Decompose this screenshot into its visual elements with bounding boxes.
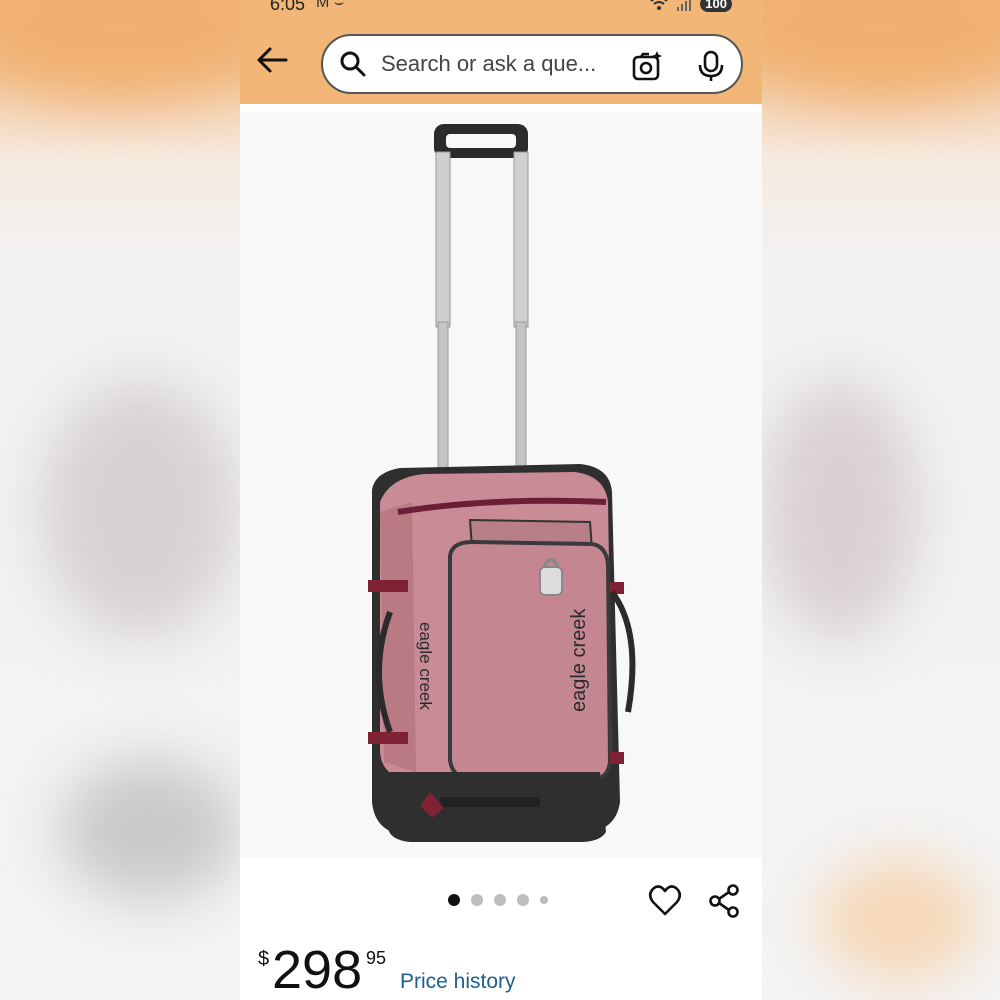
camera-search-icon[interactable] <box>631 50 663 82</box>
carousel-dot-4[interactable] <box>517 894 529 906</box>
blurred-backdrop-left <box>0 0 240 1000</box>
product-image-carousel[interactable]: eagle creek eagle creek <box>240 112 762 858</box>
battery-indicator: 100 <box>700 0 732 12</box>
carousel-dot-5[interactable] <box>540 896 548 904</box>
carousel-dot-1[interactable] <box>448 894 460 906</box>
back-button[interactable] <box>254 42 290 78</box>
carousel-dot-3[interactable] <box>494 894 506 906</box>
blurred-backdrop-right <box>760 0 1000 1000</box>
share-icon[interactable] <box>708 884 740 918</box>
carousel-indicators <box>448 894 548 906</box>
front-brand-text: eagle creek <box>568 608 590 712</box>
search-bar[interactable] <box>321 34 743 94</box>
price-cents: 95 <box>366 948 387 968</box>
search-icon <box>339 50 367 78</box>
price-dollars: 298 <box>272 940 363 1000</box>
wifi-icon <box>650 0 668 10</box>
signal-icon <box>677 0 692 11</box>
search-header <box>240 22 762 104</box>
status-bar: 6:05 M ⌣ 100 <box>240 0 762 22</box>
price-history-link[interactable]: Price history <box>400 970 516 994</box>
carousel-dot-2[interactable] <box>471 894 483 906</box>
search-input[interactable] <box>379 50 623 78</box>
status-time: 6:05 <box>270 0 306 14</box>
price-currency: $ <box>258 948 270 970</box>
rolling-duffel-bag-image[interactable]: eagle creek eagle creek <box>240 112 762 858</box>
notification-icons: M ⌣ <box>316 0 345 11</box>
phone-screen: 6:05 M ⌣ 100 Search or ask a que... eagl… <box>240 0 762 1000</box>
microphone-icon[interactable] <box>697 50 725 82</box>
side-brand-text: eagle creek <box>416 622 435 710</box>
heart-icon[interactable] <box>648 884 682 918</box>
back-arrow-icon <box>257 47 288 73</box>
